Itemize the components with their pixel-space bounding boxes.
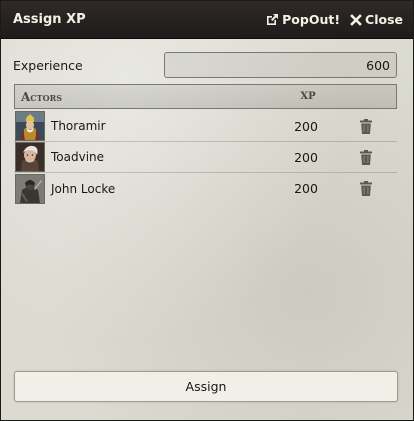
close-button[interactable]: Close (350, 12, 403, 27)
actor-xp: 200 (294, 118, 318, 134)
window-titlebar[interactable]: Assign XP PopOut! Close (1, 1, 413, 39)
avatar-thoramir (15, 111, 45, 141)
header-actors: Actors (21, 89, 63, 104)
trash-icon[interactable] (359, 150, 373, 166)
actor-row: Thoramir 200 (14, 111, 397, 142)
actor-row: John Locke 200 (14, 173, 397, 204)
experience-row: Experience (13, 52, 397, 78)
experience-input[interactable] (164, 52, 397, 78)
close-label: Close (365, 12, 403, 27)
actor-name: Thoramir (51, 119, 106, 133)
experience-label: Experience (13, 57, 83, 73)
window-content: Experience Actors XP (1, 39, 413, 420)
avatar-toadvine (15, 142, 45, 172)
actor-xp: 200 (294, 149, 318, 165)
window-title: Assign XP (13, 12, 86, 27)
assign-xp-window: Assign XP PopOut! Close Experience Actor… (0, 0, 414, 421)
actors-list: Thoramir 200 Toadvine 200 John Locke 200 (14, 111, 397, 204)
trash-icon[interactable] (359, 181, 373, 197)
trash-icon[interactable] (359, 119, 373, 135)
external-link-icon (267, 13, 279, 25)
assign-button[interactable]: Assign (14, 371, 398, 402)
actor-name: Toadvine (51, 150, 105, 164)
avatar-john-locke (15, 173, 45, 204)
actor-row: Toadvine 200 (14, 142, 397, 173)
actor-name: John Locke (51, 181, 116, 196)
actor-xp: 200 (294, 181, 318, 196)
actors-table-header: Actors XP (14, 84, 397, 109)
header-xp: XP (300, 91, 316, 102)
close-icon (350, 13, 362, 26)
popout-button[interactable]: PopOut! (265, 12, 340, 27)
popout-label: PopOut! (282, 12, 341, 27)
